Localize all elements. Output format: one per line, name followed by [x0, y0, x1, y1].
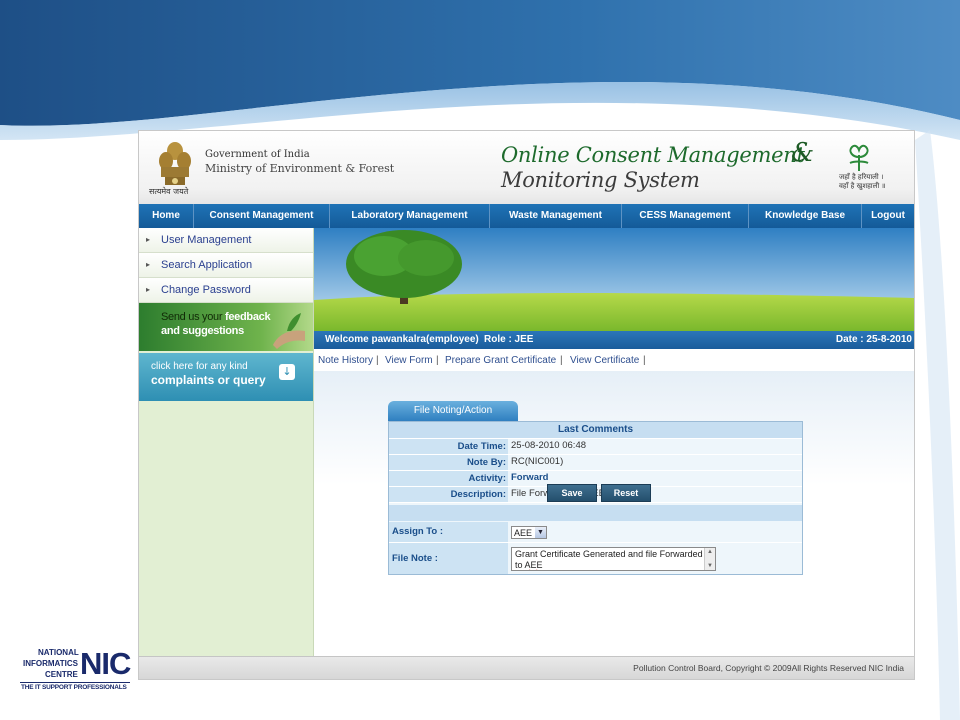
- link-view-form[interactable]: View Form: [385, 352, 433, 370]
- sidebar: ▸ User Management ▸ Search Application ▸…: [139, 228, 314, 656]
- field-value: Forward: [511, 472, 549, 483]
- site-footer: Pollution Control Board, Copyright © 200…: [139, 656, 914, 679]
- scroll-up-icon[interactable]: ▲: [705, 548, 715, 556]
- field-label: Description:: [389, 487, 508, 502]
- government-title: Government of India: [205, 149, 310, 160]
- link-separator: |: [376, 355, 379, 366]
- content-area: File Noting/Action Last Comments Date Ti…: [314, 371, 914, 656]
- chevron-right-icon: ▸: [146, 235, 151, 244]
- app-title-ampersand: &: [791, 138, 815, 168]
- nic-logo-tagline: THE IT SUPPORT PROFESSIONALS: [21, 684, 127, 691]
- landscape-banner: [314, 228, 914, 331]
- nic-logo-line3: CENTRE: [45, 670, 78, 679]
- nav-waste-management[interactable]: Waste Management: [490, 204, 622, 228]
- chevron-right-icon: ▸: [146, 285, 151, 294]
- nic-logo-line1: NATIONAL: [38, 648, 79, 657]
- link-note-history[interactable]: Note History: [318, 352, 373, 370]
- file-note-label: File Note :: [389, 543, 508, 574]
- link-prepare-grant-certificate[interactable]: Prepare Grant Certificate: [445, 352, 556, 370]
- hands-icon: [273, 313, 305, 349]
- textarea-scrollbar[interactable]: ▲ ▼: [704, 548, 715, 570]
- complaint-text-line2: complaints or query: [151, 373, 266, 387]
- link-separator: |: [643, 355, 646, 366]
- role-text: Role : JEE: [484, 334, 534, 345]
- nav-logout[interactable]: Logout: [862, 204, 914, 228]
- nav-laboratory-management[interactable]: Laboratory Management: [330, 204, 490, 228]
- row-date-time: Date Time: 25-08-2010 06:48: [389, 439, 802, 455]
- tab-file-noting-action[interactable]: File Noting/Action: [388, 401, 518, 421]
- date-text: Date : 25-8-2010: [835, 334, 912, 345]
- spacer-row: [389, 505, 802, 521]
- tree-tagline: जहाँ है हरियाली । वहाँ है खुशहाली ॥: [839, 173, 886, 191]
- save-button[interactable]: Save: [547, 484, 597, 502]
- link-view-certificate[interactable]: View Certificate: [570, 352, 639, 370]
- welcome-bar: Welcome pawankalra(employee) Role : JEE …: [314, 331, 914, 349]
- app-title-line1: Online Consent Management: [501, 143, 805, 167]
- complaint-text-line1: click here for any kind: [151, 361, 248, 372]
- assign-to-select[interactable]: AEE ▼: [511, 526, 547, 539]
- file-note-text: Grant Certificate Generated and file For…: [515, 549, 703, 570]
- file-note-text-misspelled: AEE: [524, 560, 543, 570]
- sidebar-item-label: Change Password: [161, 284, 251, 296]
- sidebar-item-user-management[interactable]: ▸ User Management: [139, 228, 313, 253]
- field-value: RC(NIC001): [511, 456, 564, 467]
- ministry-title: Ministry of Environment & Forest: [205, 162, 395, 175]
- link-separator: |: [560, 355, 563, 366]
- tagline-line1: जहाँ है हरियाली ।: [839, 173, 884, 181]
- row-note-by: Note By: RC(NIC001): [389, 455, 802, 471]
- tree-logo-icon: [849, 144, 869, 171]
- field-label: Activity:: [389, 471, 508, 486]
- feedback-text-line1: Send us your feedback: [161, 311, 271, 323]
- last-comments-header: Last Comments: [389, 422, 802, 439]
- nic-logo-divider: [20, 682, 130, 683]
- nic-logo-line2: INFORMATICS: [23, 659, 78, 668]
- nav-cess-management[interactable]: CESS Management: [622, 204, 749, 228]
- national-emblem-icon: [159, 142, 191, 185]
- scroll-down-icon[interactable]: ▼: [705, 562, 715, 570]
- row-assign-to: Assign To : AEE ▼: [389, 522, 802, 543]
- file-note-textarea[interactable]: Grant Certificate Generated and file For…: [511, 547, 716, 571]
- sidebar-item-label: User Management: [161, 234, 252, 246]
- feedback-text-line2: and suggestions: [161, 325, 244, 337]
- sidebar-item-search-application[interactable]: ▸ Search Application: [139, 253, 313, 278]
- app-window: सत्यमेव जयते Government of India Ministr…: [138, 130, 915, 680]
- feedback-bold: feedback: [224, 311, 271, 323]
- assign-to-value: AEE: [514, 528, 533, 538]
- field-value: 25-08-2010 06:48: [511, 440, 587, 451]
- row-file-note: File Note : Grant Certificate Generated …: [389, 543, 802, 574]
- chevron-down-icon[interactable]: ▼: [535, 527, 546, 538]
- app-title-line2: Monitoring System: [501, 168, 700, 192]
- copyright-text: Pollution Control Board, Copyright © 200…: [633, 663, 904, 673]
- reset-button[interactable]: Reset: [601, 484, 651, 502]
- field-label: Date Time:: [389, 439, 508, 454]
- assign-to-label: Assign To :: [389, 522, 508, 542]
- nav-consent-management[interactable]: Consent Management: [194, 204, 330, 228]
- nic-logo-wordmark: NIC: [80, 646, 131, 681]
- emblem-motto: सत्यमेव जयते: [149, 187, 189, 196]
- action-links: Note History | View Form | Prepare Grant…: [314, 352, 914, 370]
- tagline-line2: वहाँ है खुशहाली ॥: [839, 182, 886, 190]
- nav-knowledge-base[interactable]: Knowledge Base: [749, 204, 862, 228]
- link-separator: |: [436, 355, 439, 366]
- sidebar-item-label: Search Application: [161, 259, 253, 271]
- field-label: Note By:: [389, 455, 508, 470]
- welcome-user-text: Welcome pawankalra(employee): [325, 334, 479, 345]
- main-nav: Home Consent Management Laboratory Manag…: [139, 204, 914, 228]
- nic-logo: NATIONAL INFORMATICS CENTRE NIC THE IT S…: [20, 646, 132, 694]
- feedback-banner[interactable]: Send us your feedback and suggestions: [139, 303, 313, 351]
- feedback-prefix: Send us your: [161, 311, 225, 323]
- arrow-down-icon[interactable]: ↓: [279, 364, 295, 380]
- sidebar-item-change-password[interactable]: ▸ Change Password: [139, 278, 313, 303]
- site-header: सत्यमेव जयते Government of India Ministr…: [139, 131, 914, 204]
- nav-home[interactable]: Home: [139, 204, 194, 228]
- complaints-banner[interactable]: click here for any kind complaints or qu…: [139, 353, 313, 401]
- chevron-right-icon: ▸: [146, 260, 151, 269]
